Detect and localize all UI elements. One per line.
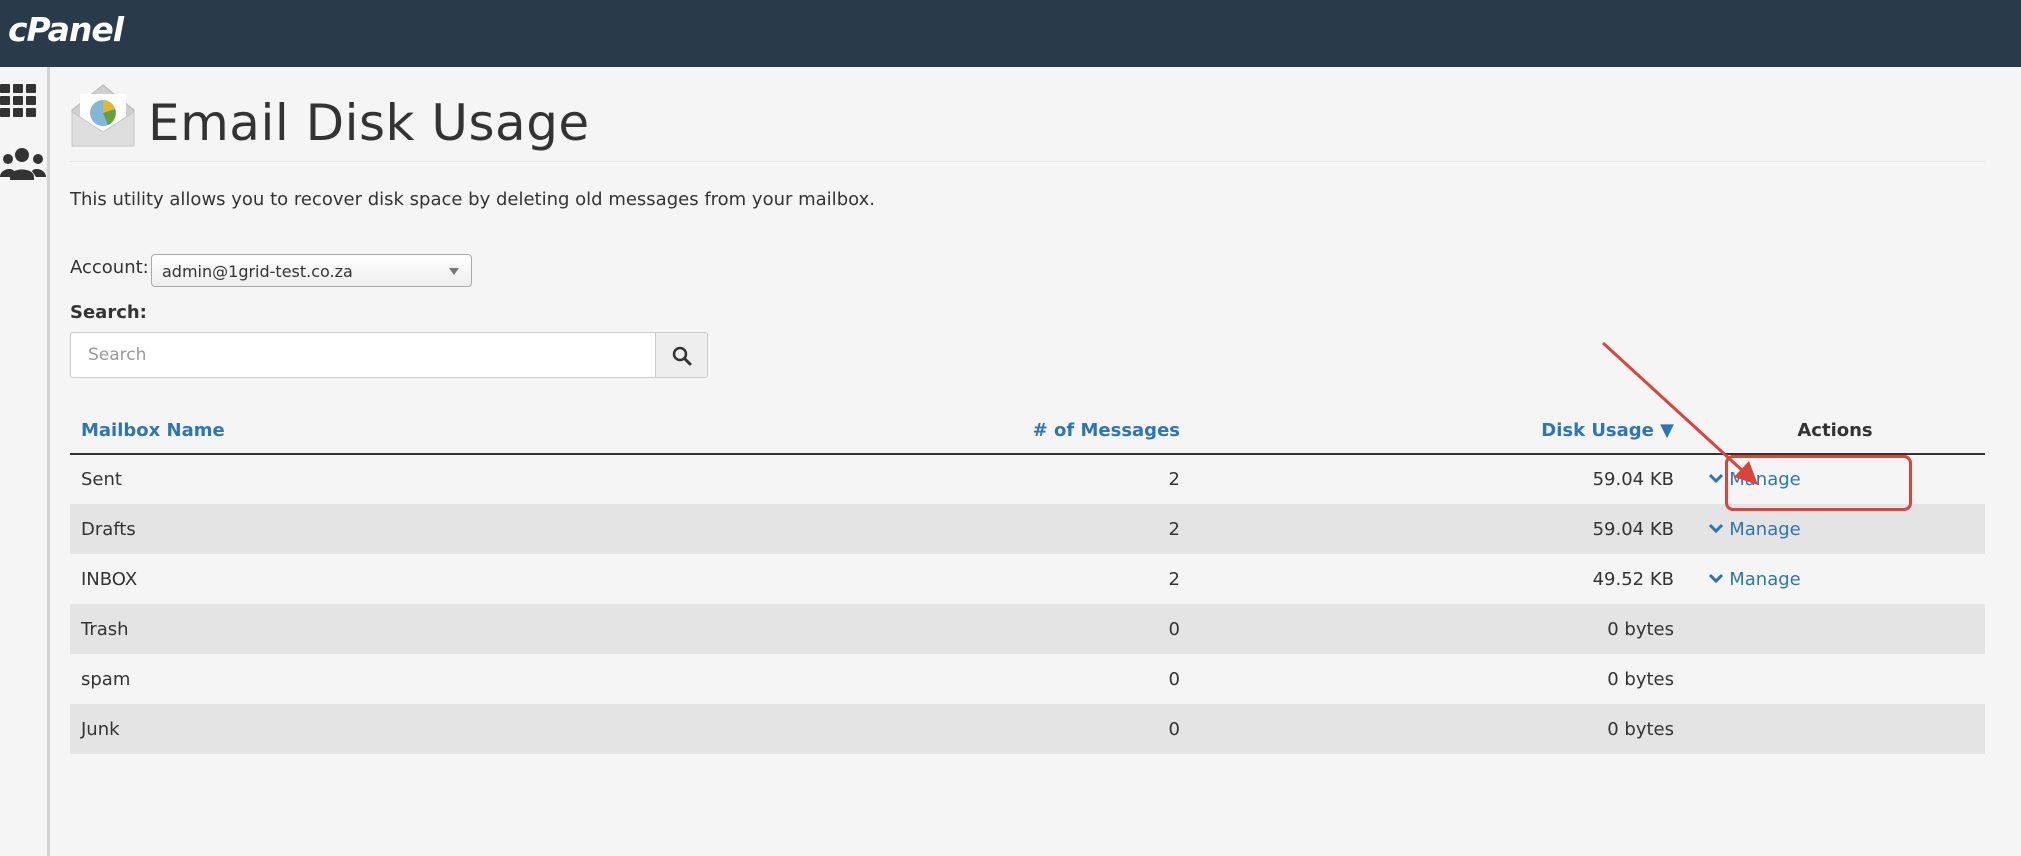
cell-messages: 0 [650,654,1191,704]
manage-link[interactable]: Manage [1709,519,1801,540]
grid-icon[interactable] [0,82,40,122]
table-row: Trash 0 0 bytes [70,604,1985,654]
email-disk-usage-icon [71,84,135,147]
table-header-row: Mailbox Name # of Messages Disk Usage ▼ … [70,407,1985,455]
cell-disk-usage: 59.04 KB [1191,454,1685,504]
cell-messages: 2 [650,554,1191,604]
cell-disk-usage: 0 bytes [1191,604,1685,654]
account-selected-value: admin@1grid-test.co.za [162,262,353,281]
mailbox-table: Mailbox Name # of Messages Disk Usage ▼ … [70,407,1985,754]
cell-mailbox-name: Trash [70,604,650,654]
cell-mailbox-name: spam [70,654,650,704]
sort-disk-usage[interactable]: Disk Usage ▼ [1541,420,1674,441]
users-icon[interactable] [0,145,46,185]
chevron-down-icon [449,268,459,275]
search-icon [672,346,692,366]
header-mailbox-name[interactable]: Mailbox Name [70,407,650,455]
page-description: This utility allows you to recover disk … [70,189,875,210]
cell-mailbox-name: Junk [70,704,650,754]
sort-messages[interactable]: # of Messages [1033,420,1180,441]
cell-messages: 0 [650,704,1191,754]
cell-mailbox-name: INBOX [70,554,650,604]
table-row: INBOX 2 49.52 KB Manage [70,554,1985,604]
manage-link-label: Manage [1729,518,1801,540]
chevron-down-icon [1709,473,1724,483]
header-messages[interactable]: # of Messages [650,407,1191,455]
table-row: Drafts 2 59.04 KB Manage [70,504,1985,554]
cell-actions: Manage [1685,554,1985,604]
cell-messages: 2 [650,454,1191,504]
chevron-down-icon [1709,573,1724,583]
header-actions: Actions [1685,407,1985,455]
top-bar: cPanel [0,0,2021,67]
cell-actions: Manage [1685,454,1985,504]
cell-actions [1685,654,1985,704]
cell-disk-usage: 49.52 KB [1191,554,1685,604]
cell-mailbox-name: Sent [70,454,650,504]
cell-actions: Manage [1685,504,1985,554]
cell-disk-usage: 59.04 KB [1191,504,1685,554]
table-row: Sent 2 59.04 KB Manage [70,454,1985,504]
search-button[interactable] [655,332,708,378]
cell-actions [1685,704,1985,754]
table-row: spam 0 0 bytes [70,654,1985,704]
search-label: Search: [70,302,147,323]
cell-messages: 2 [650,504,1191,554]
manage-link[interactable]: Manage [1709,569,1801,590]
cell-disk-usage: 0 bytes [1191,654,1685,704]
manage-link-label: Manage [1729,568,1801,590]
cell-messages: 0 [650,604,1191,654]
cpanel-logo[interactable]: cPanel [8,10,124,49]
table-row: Junk 0 0 bytes [70,704,1985,754]
account-select[interactable]: admin@1grid-test.co.za [151,254,472,287]
left-sidebar [0,67,50,856]
search-input[interactable] [70,332,656,378]
manage-link[interactable]: Manage [1709,469,1801,490]
sort-mailbox-name[interactable]: Mailbox Name [81,420,225,441]
page-title: Email Disk Usage [148,94,590,152]
page-header: Email Disk Usage [70,82,1985,162]
main-content: Email Disk Usage This utility allows you… [70,67,1985,856]
chevron-down-icon [1709,523,1724,533]
account-label: Account: [70,257,149,278]
cell-disk-usage: 0 bytes [1191,704,1685,754]
cell-mailbox-name: Drafts [70,504,650,554]
header-disk-usage[interactable]: Disk Usage ▼ [1191,407,1685,455]
manage-link-label: Manage [1729,469,1801,490]
cell-actions [1685,604,1985,654]
